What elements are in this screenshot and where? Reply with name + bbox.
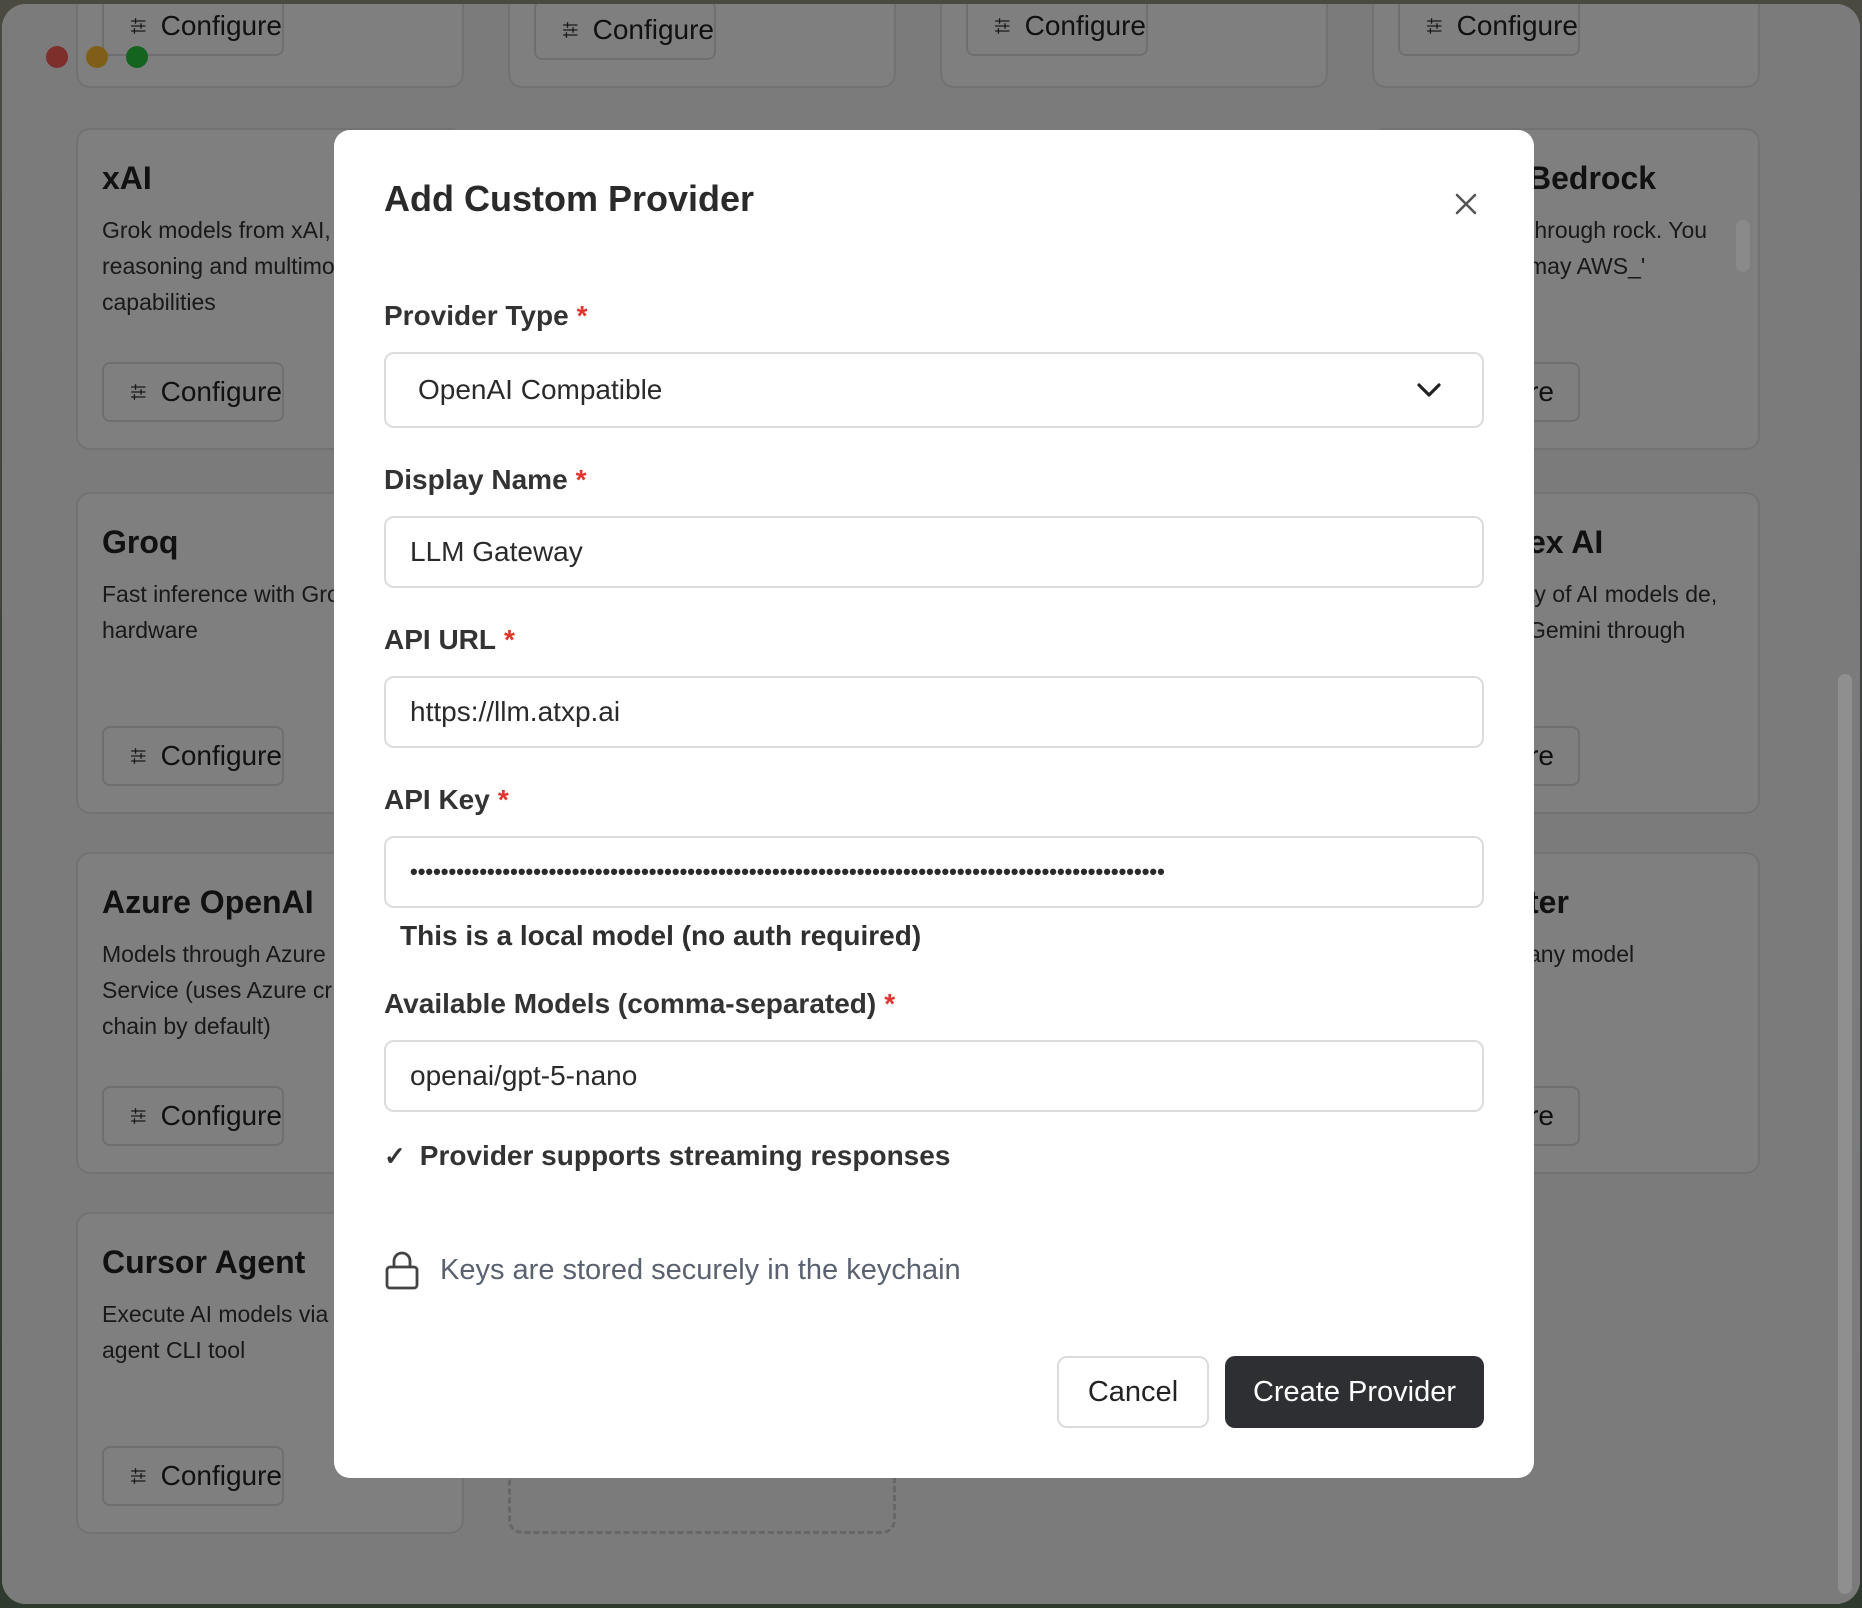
page-scrollbar-thumb[interactable]	[1838, 674, 1852, 1594]
checkmark-icon: ✓	[384, 1140, 406, 1171]
add-custom-provider-dialog: Add Custom Provider Provider Type * OpenA…	[334, 130, 1750, 1478]
streaming-checkbox[interactable]: ✓ Provider supports streaming responses	[384, 1140, 950, 1172]
keychain-note: Keys are stored securely in the keychain	[384, 1250, 961, 1290]
available-models-value: openai/gpt-5-nano	[410, 1060, 638, 1091]
page-scrollbar[interactable]	[1838, 674, 1852, 1594]
required-marker: *	[504, 624, 515, 655]
required-marker: *	[497, 784, 509, 815]
provider-type-value: OpenAI Compatible	[418, 374, 663, 405]
api-url-label: API URL *	[384, 624, 515, 656]
dialog-scrollbar-thumb[interactable]	[1736, 220, 1750, 272]
available-models-label: Available Models (comma-separated) *	[384, 988, 895, 1020]
local-model-checkbox-label[interactable]: This is a local model (no auth required)	[400, 920, 921, 952]
provider-type-label-text: Provider Type	[384, 300, 569, 331]
display-name-label-text: Display Name	[384, 464, 568, 495]
display-name-input[interactable]: LLM Gateway	[384, 516, 1484, 588]
api-key-input[interactable]: ••••••••••••••••••••••••••••••••••••••••…	[384, 836, 1484, 908]
display-name-label: Display Name *	[384, 464, 587, 496]
required-marker: *	[576, 300, 588, 331]
create-provider-button[interactable]: Create Provider	[1225, 1356, 1484, 1428]
lock-icon	[385, 1251, 419, 1290]
cancel-button[interactable]: Cancel	[1057, 1356, 1209, 1428]
chevron-down-icon	[1417, 383, 1441, 397]
required-marker: *	[884, 988, 896, 1019]
api-key-label: API Key *	[384, 784, 509, 816]
dialog-title: Add Custom Provider	[384, 178, 755, 219]
available-models-label-text: Available Models (comma-separated)	[384, 988, 877, 1019]
required-marker: *	[575, 464, 587, 495]
api-url-input[interactable]: https://llm.atxp.ai	[384, 676, 1484, 748]
display-name-value: LLM Gateway	[410, 536, 583, 567]
provider-type-label: Provider Type *	[384, 300, 588, 332]
provider-type-select[interactable]: OpenAI Compatible	[384, 352, 1484, 428]
keychain-note-text: Keys are stored securely in the keychain	[440, 1253, 961, 1286]
close-icon[interactable]	[1448, 186, 1484, 222]
api-key-label-text: API Key	[384, 784, 490, 815]
available-models-input[interactable]: openai/gpt-5-nano	[384, 1040, 1484, 1112]
api-url-label-text: API URL	[384, 624, 496, 655]
api-url-value: https://llm.atxp.ai	[410, 696, 621, 727]
api-key-masked-value: ••••••••••••••••••••••••••••••••••••••••…	[410, 859, 1165, 884]
streaming-label: Provider supports streaming responses	[419, 1140, 951, 1171]
